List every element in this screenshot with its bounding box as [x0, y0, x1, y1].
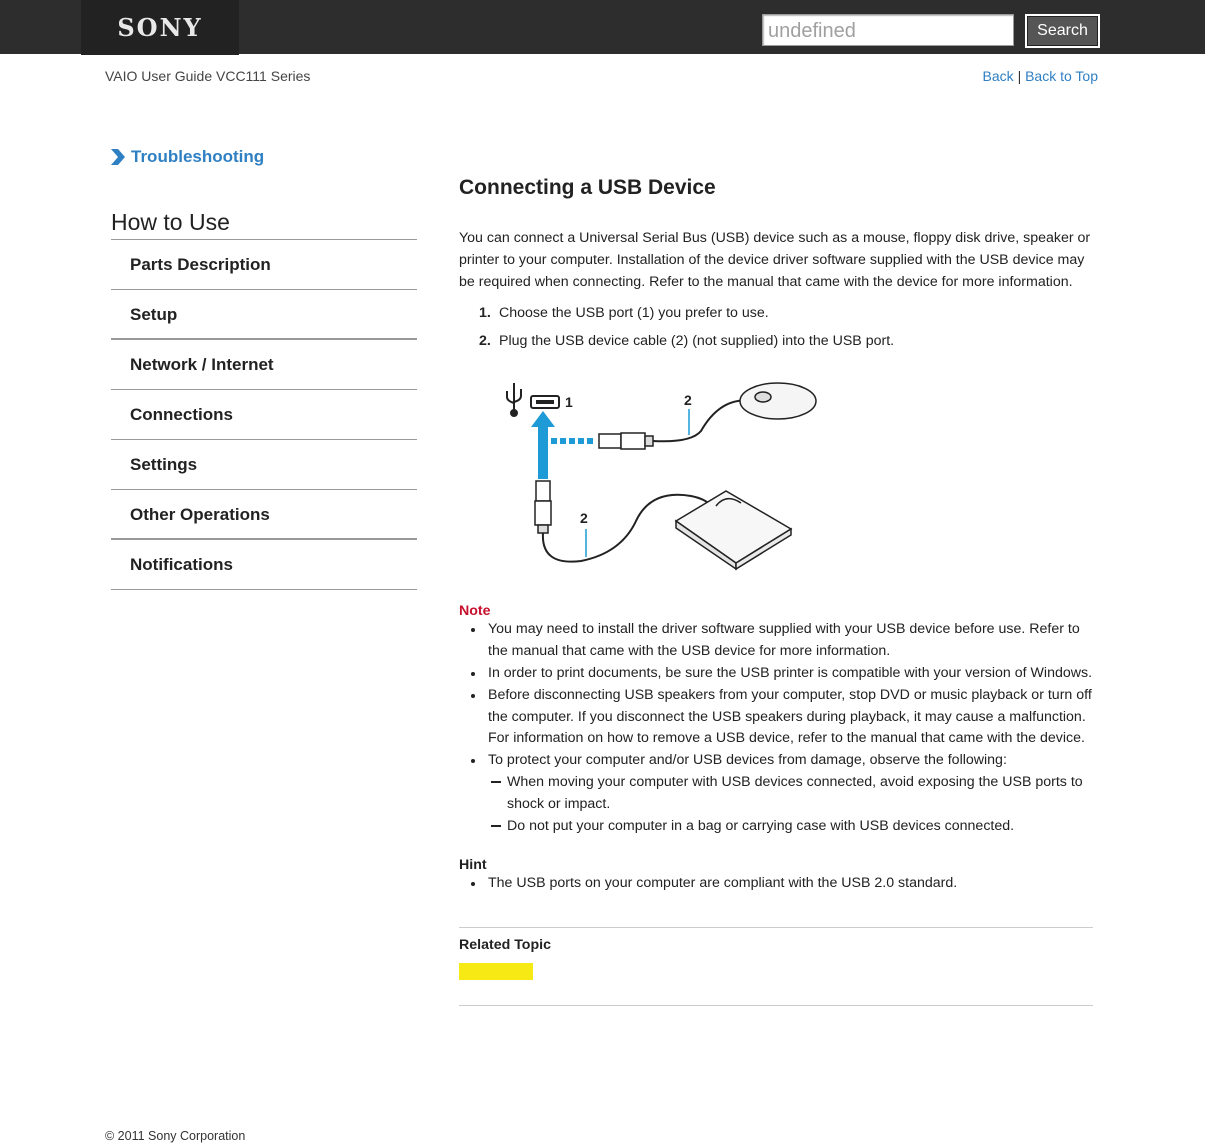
floppy-drive-icon — [674, 490, 793, 571]
guide-title: VAIO User Guide VCC111 Series — [105, 68, 311, 84]
back-to-top-link[interactable]: Back to Top — [1025, 68, 1098, 84]
note-item-text: To protect your computer and/or USB devi… — [488, 752, 1007, 769]
sidebar-nav: Parts Description Setup Network / Intern… — [111, 239, 417, 590]
usb-symbol-icon — [506, 383, 522, 418]
note-item: You may need to install the driver softw… — [459, 619, 1093, 663]
related-topic-heading: Related Topic — [459, 937, 551, 954]
note-sublist: When moving your computer with USB devic… — [488, 772, 1093, 837]
sidebar-item-network-internet[interactable]: Network / Internet — [111, 340, 417, 390]
troubleshooting-label: Troubleshooting — [131, 147, 265, 166]
usb-arrow-icon — [531, 411, 593, 480]
top-nav: Back | Back to Top — [983, 68, 1098, 84]
note-subitem: When moving your computer with USB devic… — [488, 772, 1093, 816]
sidebar-item-setup[interactable]: Setup — [111, 290, 417, 340]
related-topic-link[interactable] — [459, 963, 533, 981]
step-text: Plug the USB device cable (2) (not suppl… — [499, 333, 895, 350]
sidebar-item-other-operations[interactable]: Other Operations — [111, 490, 417, 540]
sidebar-item-connections[interactable]: Connections — [111, 390, 417, 440]
sony-logo-box[interactable]: SONY — [81, 0, 239, 55]
hint-heading: Hint — [459, 857, 487, 874]
troubleshooting-link[interactable]: Troubleshooting — [110, 147, 264, 167]
note-item-text: Before disconnecting USB speakers from y… — [488, 686, 1092, 725]
note-item: Before disconnecting USB speakers from y… — [459, 685, 1093, 750]
mouse-icon — [739, 382, 817, 421]
page-title: Connecting a USB Device — [459, 176, 716, 199]
step-number: 1. — [479, 305, 491, 322]
usb-plug-top-icon — [598, 432, 654, 451]
hint-list: The USB ports on your computer are compl… — [459, 873, 1093, 895]
note-item-extra: For information on how to remove a USB d… — [488, 730, 1085, 747]
nav-separator: | — [1017, 68, 1022, 84]
figure-label-port: 1 — [565, 394, 573, 410]
intro-paragraph: You can connect a Universal Serial Bus (… — [459, 230, 1091, 290]
back-link[interactable]: Back — [983, 68, 1014, 84]
sidebar-item-parts-description[interactable]: Parts Description — [111, 240, 417, 290]
step-number: 2. — [479, 333, 491, 350]
step-item: 2. Plug the USB device cable (2) (not sup… — [459, 327, 1093, 355]
usb-plug-bottom-icon — [534, 480, 552, 535]
step-item: 1. Choose the USB port (1) you prefer to … — [459, 299, 1093, 327]
note-list: You may need to install the driver softw… — [459, 619, 1093, 837]
sidebar-item-settings[interactable]: Settings — [111, 440, 417, 490]
copyright: © 2011 Sony Corporation — [105, 1129, 246, 1143]
chevron-right-icon — [111, 149, 125, 165]
search-button[interactable]: Search — [1025, 14, 1100, 48]
usb-connection-illustration: 1 2 2 — [506, 382, 817, 571]
hint-item: The USB ports on your computer are compl… — [459, 873, 1093, 895]
main-content: Connecting a USB Device You can connect … — [459, 176, 1093, 1007]
step-text: Choose the USB port (1) you prefer to us… — [499, 305, 769, 322]
search-input[interactable] — [762, 14, 1014, 46]
note-item: To protect your computer and/or USB devi… — [459, 750, 1093, 837]
sidebar-section-title: How to Use — [111, 209, 230, 235]
figure-label-cable-top: 2 — [684, 392, 692, 408]
note-heading: Note — [459, 603, 491, 620]
note-subitem: Do not put your computer in a bag or car… — [488, 816, 1093, 838]
related-topic-section: Related Topic — [459, 927, 1093, 1007]
figure-label-cable-bottom: 2 — [580, 510, 588, 526]
sidebar-item-notifications[interactable]: Notifications — [111, 540, 417, 590]
note-item: In order to print documents, be sure the… — [459, 663, 1093, 685]
steps-list: 1. Choose the USB port (1) you prefer to … — [459, 299, 1093, 355]
top-bar: SONY Search — [0, 0, 1205, 55]
sony-logo: SONY — [117, 13, 203, 42]
divider — [459, 1005, 1093, 1007]
